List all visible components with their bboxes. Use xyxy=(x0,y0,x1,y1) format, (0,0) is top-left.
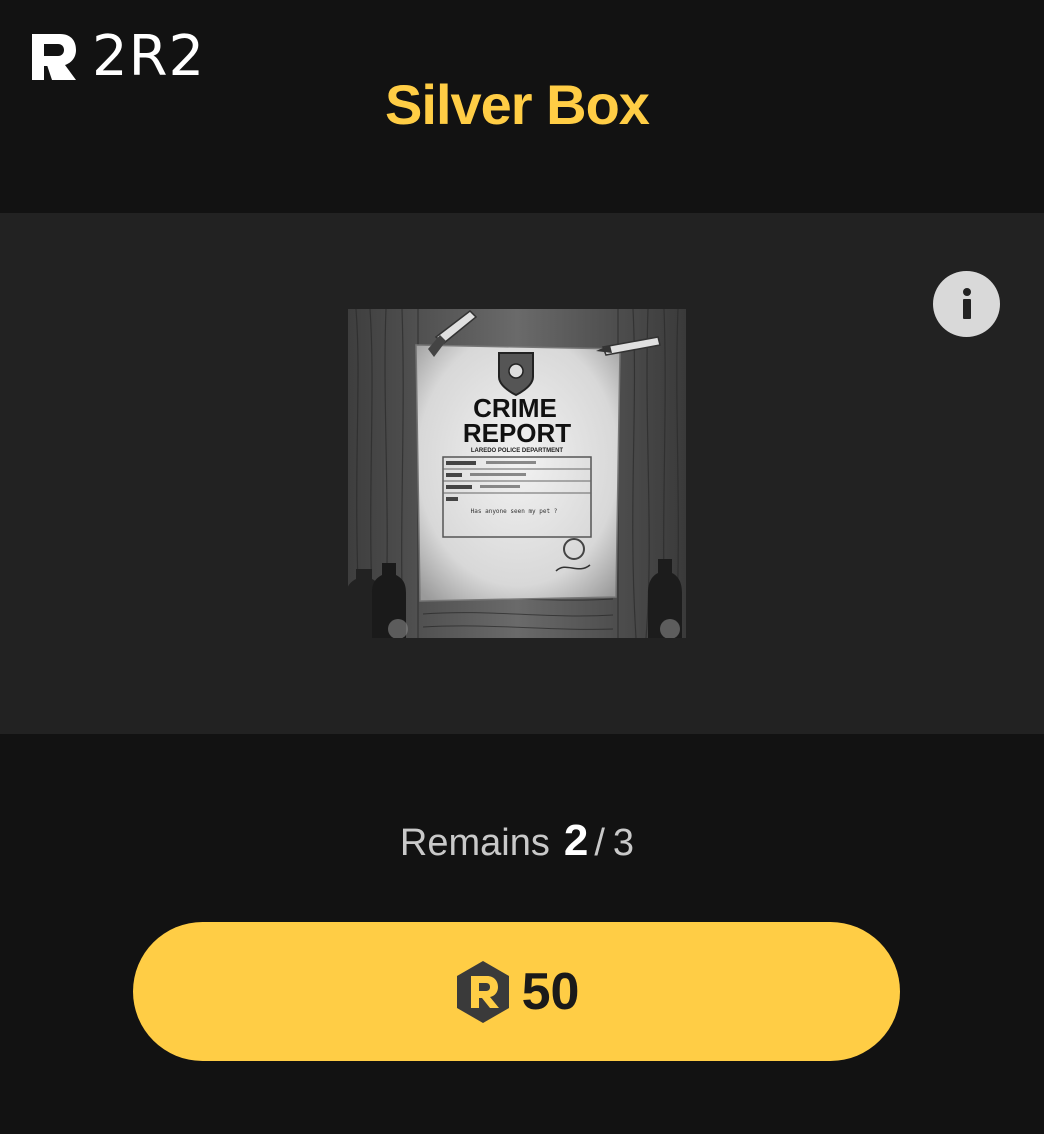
remaining-count: Remains 2/3 xyxy=(0,816,1034,866)
item-image: CRIME REPORT LAREDO POLICE DEPARTMENT Ha… xyxy=(348,309,686,638)
remains-current: 2 xyxy=(563,816,589,865)
remains-total: 3 xyxy=(612,822,635,864)
card-heading-2: REPORT xyxy=(463,418,571,448)
card-subheading: LAREDO POLICE DEPARTMENT xyxy=(471,448,564,454)
r-coin-icon xyxy=(456,960,509,1023)
info-icon xyxy=(962,288,971,319)
remains-label: Remains xyxy=(399,822,550,864)
page-title: Silver Box xyxy=(385,73,650,136)
card-note: Has anyone seen my pet ? xyxy=(471,508,558,515)
buy-button[interactable]: 50 xyxy=(133,922,900,1061)
price-label: 50 xyxy=(521,962,580,1021)
remains-separator: / xyxy=(594,822,605,864)
info-button[interactable] xyxy=(933,271,1000,337)
crime-report-illustration: CRIME REPORT LAREDO POLICE DEPARTMENT Ha… xyxy=(348,309,686,638)
header: 2R2 Silver Box xyxy=(0,0,1044,213)
